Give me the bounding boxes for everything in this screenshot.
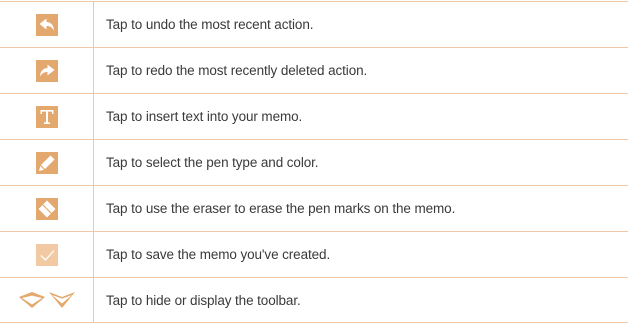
- row-description: Tap to select the pen type and color.: [106, 155, 319, 170]
- table-row: Tap to save the memo you've created.: [0, 231, 628, 277]
- icon-cell: [0, 140, 94, 185]
- table-row: Tap to undo the most recent action.: [0, 1, 628, 47]
- row-description: Tap to insert text into your memo.: [106, 109, 303, 124]
- pen-icon: [35, 151, 58, 174]
- icon-cell: [0, 278, 94, 322]
- redo-icon: [35, 59, 58, 82]
- icon-cell: [0, 48, 94, 93]
- toolbar-toggle-icon: [18, 292, 75, 308]
- table-row: Tap to hide or display the toolbar.: [0, 277, 628, 323]
- table-row: Tap to select the pen type and color.: [0, 139, 628, 185]
- table-row: Tap to use the eraser to erase the pen m…: [0, 185, 628, 231]
- icon-cell: [0, 94, 94, 139]
- row-description: Tap to use the eraser to erase the pen m…: [106, 201, 456, 216]
- text-icon: [35, 105, 58, 128]
- row-description: Tap to save the memo you've created.: [106, 247, 331, 262]
- icon-cell: [0, 186, 94, 231]
- eraser-icon: [35, 197, 58, 220]
- table-row: Tap to redo the most recently deleted ac…: [0, 47, 628, 93]
- row-description: Tap to redo the most recently deleted ac…: [106, 63, 368, 78]
- icon-cell: [0, 2, 94, 47]
- checkmark-icon: [35, 243, 58, 266]
- row-description: Tap to undo the most recent action.: [106, 17, 314, 32]
- undo-icon: [35, 13, 58, 36]
- row-description: Tap to hide or display the toolbar.: [106, 292, 301, 308]
- table-row: Tap to insert text into your memo.: [0, 93, 628, 139]
- icon-cell: [0, 232, 94, 277]
